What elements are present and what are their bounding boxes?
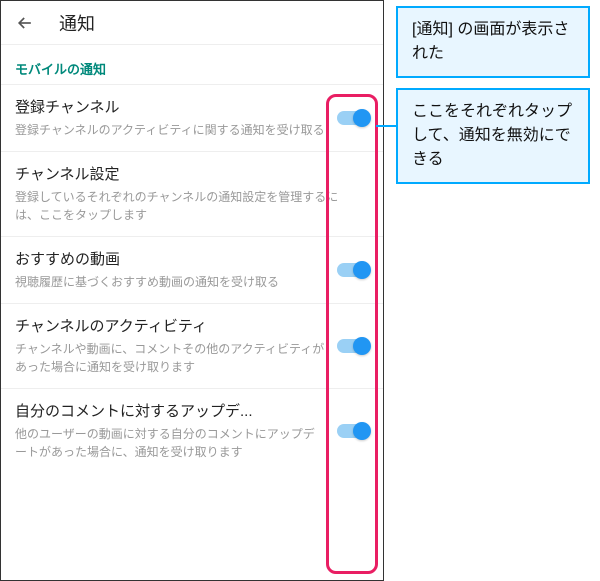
item-desc: 登録チャンネルのアクティビティに関する通知を受け取る [15,121,325,139]
app-frame: 通知 モバイルの通知 登録チャンネル 登録チャンネルのアクティビティに関する通知… [0,0,384,581]
item-title: 自分のコメントに対するアップデ... [15,401,325,422]
item-desc: 視聴履歴に基づくおすすめ動画の通知を受け取る [15,273,325,291]
setting-item[interactable]: 登録チャンネル 登録チャンネルのアクティビティに関する通知を受け取る [1,84,383,151]
toggle-switch[interactable] [337,111,369,125]
item-text: 登録チャンネル 登録チャンネルのアクティビティに関する通知を受け取る [15,97,337,139]
setting-item[interactable]: チャンネルのアクティビティ チャンネルや動画に、コメントその他のアクティビティが… [1,303,383,388]
item-desc: 他のユーザーの動画に対する自分のコメントにアップデートがあった場合に、通知を受け… [15,425,325,461]
item-title: チャンネルのアクティビティ [15,316,325,337]
appbar: 通知 [1,1,383,45]
item-desc: チャンネルや動画に、コメントその他のアクティビティがあった場合に通知を受け取りま… [15,340,325,376]
item-desc: 登録しているそれぞれのチャンネルの通知設定を管理するには、ここをタップします [15,188,357,224]
item-title: 登録チャンネル [15,97,325,118]
callout-1: [通知] の画面が表示された [396,6,590,78]
lead-line [376,125,396,127]
item-text: おすすめの動画 視聴履歴に基づくおすすめ動画の通知を受け取る [15,249,337,291]
setting-item[interactable]: 自分のコメントに対するアップデ... 他のユーザーの動画に対する自分のコメントに… [1,388,383,473]
page-title: 通知 [59,10,95,36]
section-header: モバイルの通知 [1,45,383,84]
callout-2: ここをそれぞれタップして、通知を無効にできる [396,88,590,184]
setting-item[interactable]: チャンネル設定 登録しているそれぞれのチャンネルの通知設定を管理するには、ここを… [1,151,383,236]
item-text: チャンネル設定 登録しているそれぞれのチャンネルの通知設定を管理するには、ここを… [15,164,369,224]
item-title: おすすめの動画 [15,249,325,270]
setting-item[interactable]: おすすめの動画 視聴履歴に基づくおすすめ動画の通知を受け取る [1,236,383,303]
item-text: チャンネルのアクティビティ チャンネルや動画に、コメントその他のアクティビティが… [15,316,337,376]
toggle-switch[interactable] [337,263,369,277]
toggle-switch[interactable] [337,424,369,438]
item-title: チャンネル設定 [15,164,357,185]
toggle-switch[interactable] [337,339,369,353]
back-icon[interactable] [13,13,37,33]
item-text: 自分のコメントに対するアップデ... 他のユーザーの動画に対する自分のコメントに… [15,401,337,461]
